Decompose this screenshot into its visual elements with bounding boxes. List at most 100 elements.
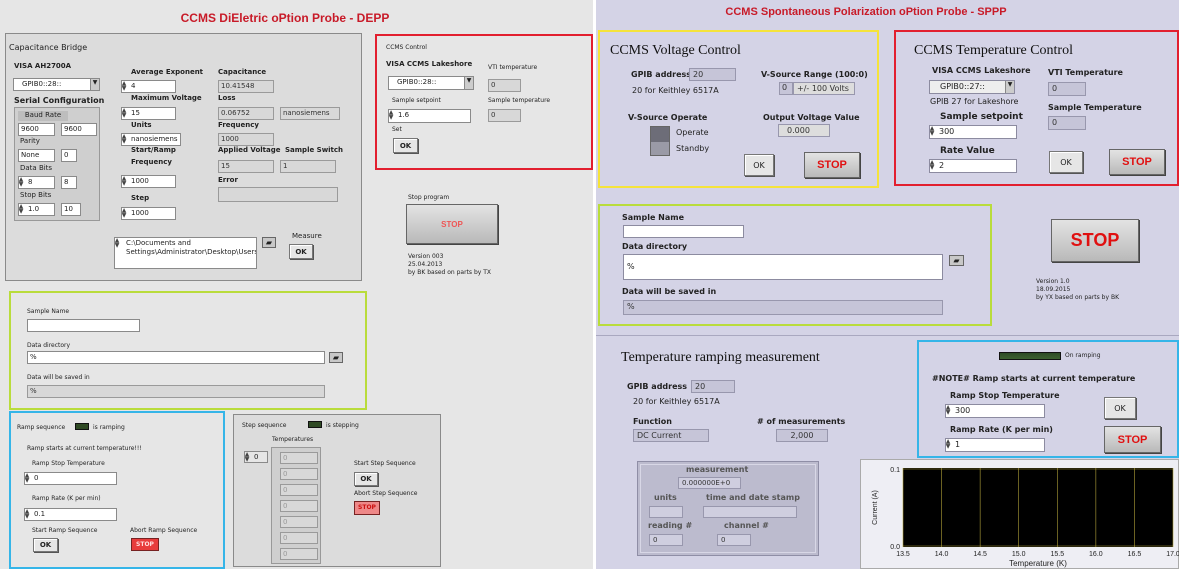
spinner-arrows-icon[interactable]: ▲ ▼ bbox=[122, 176, 127, 187]
stop-program-button[interactable]: STOP bbox=[1051, 219, 1139, 262]
browse-folder-icon[interactable]: ▰ bbox=[329, 352, 343, 363]
measurement-label: measurement bbox=[686, 465, 749, 474]
voltage-stop-button[interactable]: STOP bbox=[804, 152, 860, 178]
measure-label: Measure bbox=[292, 232, 322, 240]
temperature-item[interactable]: 0 bbox=[280, 532, 318, 544]
spinner-arrows-icon[interactable]: ▲ ▼ bbox=[930, 160, 935, 171]
temperature-item[interactable]: 0 bbox=[280, 484, 318, 496]
sample-name-input[interactable] bbox=[27, 319, 140, 332]
set-label: Set bbox=[392, 126, 402, 133]
function-select[interactable]: DC Current bbox=[633, 429, 709, 442]
timestamp-indicator bbox=[703, 506, 797, 518]
units-label: Units bbox=[131, 121, 152, 129]
data-bits-indicator: 8 bbox=[61, 176, 77, 189]
visa-lakeshore-select[interactable]: GPIB0::28:: ▼ bbox=[388, 76, 474, 90]
data-saved-label: Data will be saved in bbox=[622, 287, 717, 296]
stop-bits-input[interactable]: 1.0 ▲ ▼ bbox=[18, 203, 55, 216]
start-ramp-label: Start Ramp Sequence bbox=[32, 527, 98, 534]
visa-ah-select[interactable]: GPIB0::28:: ▼ bbox=[13, 78, 100, 91]
temperature-item[interactable]: 0 bbox=[280, 452, 318, 464]
step-sequence-label: Step sequence bbox=[242, 422, 287, 429]
dropdown-arrow-icon[interactable]: ▼ bbox=[464, 77, 473, 89]
temperature-item[interactable]: 0 bbox=[280, 548, 318, 560]
rate-value-input[interactable]: 2 ▲ ▼ bbox=[929, 159, 1017, 173]
x-tick-label: 16.0 bbox=[1089, 551, 1103, 558]
operate-label: Operate bbox=[676, 128, 709, 137]
function-label: Function bbox=[633, 417, 672, 426]
voltage-ok-button[interactable]: OK bbox=[744, 154, 774, 176]
set-ok-button[interactable]: OK bbox=[393, 138, 418, 153]
max-voltage-input[interactable]: 15 ▲ ▼ bbox=[121, 107, 176, 120]
spinner-arrows-icon[interactable]: ▲ ▼ bbox=[19, 177, 24, 188]
start-ramp-ok-button[interactable]: OK bbox=[33, 538, 58, 552]
ramp-rate-input[interactable]: 0.1 ▲ ▼ bbox=[24, 508, 117, 521]
stop-program-button[interactable]: STOP bbox=[406, 204, 498, 244]
spinner-arrows-icon[interactable]: ▲ ▼ bbox=[930, 126, 935, 137]
frequency-input-label: Frequency bbox=[131, 158, 172, 166]
sample-setpoint-input[interactable]: 300 ▲ ▼ bbox=[929, 125, 1017, 139]
output-voltage-input[interactable]: 0.000 bbox=[778, 124, 830, 137]
range-select[interactable]: +/- 100 Volts bbox=[793, 82, 855, 95]
spinner-arrows-icon[interactable]: ▲ ▼ bbox=[122, 81, 127, 92]
start-step-ok-button[interactable]: OK bbox=[354, 472, 378, 486]
data-bits-input[interactable]: 8 ▲ ▼ bbox=[18, 176, 55, 189]
gpib-address-input[interactable]: 20 bbox=[689, 68, 736, 81]
abort-step-stop-button[interactable]: STOP bbox=[354, 501, 380, 515]
depp-date: 25.04.2013 bbox=[408, 261, 443, 268]
frequency-indicator: 1000 bbox=[218, 133, 274, 146]
spinner-arrows-icon[interactable]: ▲ ▼ bbox=[19, 204, 24, 215]
ramp-stop-temp-input[interactable]: 0 ▲ ▼ bbox=[24, 472, 117, 485]
step-input[interactable]: 1000 ▲ ▼ bbox=[121, 207, 176, 220]
temperature-item[interactable]: 0 bbox=[280, 468, 318, 480]
error-label: Error bbox=[218, 176, 238, 184]
visa-lakeshore-select[interactable]: GPIB0::27:: ▼ bbox=[929, 80, 1015, 94]
browse-folder-icon[interactable]: ▰ bbox=[949, 255, 964, 266]
spinner-arrows-icon[interactable]: ▲ ▼ bbox=[946, 405, 951, 416]
temperature-item[interactable]: 0 bbox=[280, 500, 318, 512]
vti-temp-indicator: 0 bbox=[488, 79, 521, 92]
temp-stop-button[interactable]: STOP bbox=[1109, 149, 1165, 175]
spinner-arrows-icon[interactable]: ▲ ▼ bbox=[389, 110, 394, 121]
parity-select[interactable]: None bbox=[18, 149, 55, 162]
dropdown-arrow-icon[interactable]: ▼ bbox=[90, 79, 99, 90]
spinner-arrows-icon[interactable]: ▲ ▼ bbox=[122, 108, 127, 119]
ramp-note: #NOTE# Ramp starts at current temperatur… bbox=[932, 374, 1136, 383]
temp-ok-button[interactable]: OK bbox=[1049, 151, 1083, 173]
spinner-arrows-icon[interactable]: ▲ ▼ bbox=[245, 452, 250, 462]
start-ramp-label: Start/Ramp bbox=[131, 146, 176, 154]
path-input[interactable]: C:\Documents and Settings\Administrator\… bbox=[114, 237, 257, 269]
ramping-ok-button[interactable]: OK bbox=[1104, 397, 1136, 419]
dropdown-arrow-icon[interactable]: ▼ bbox=[1005, 81, 1014, 93]
spinner-arrows-icon[interactable]: ▲ ▼ bbox=[25, 509, 30, 520]
data-directory-input[interactable]: % bbox=[623, 254, 943, 280]
data-directory-input[interactable]: % bbox=[27, 351, 325, 364]
spinner-arrows-icon[interactable]: ▲ ▼ bbox=[946, 439, 951, 450]
browse-folder-icon[interactable]: ▰ bbox=[262, 237, 276, 248]
temperature-item[interactable]: 0 bbox=[280, 516, 318, 528]
vti-temp-label: VTI Temperature bbox=[1048, 68, 1123, 77]
vti-temp-indicator: 0 bbox=[1048, 82, 1086, 96]
vti-temp-label: VTI temperature bbox=[488, 64, 538, 71]
abort-ramp-stop-button[interactable]: STOP bbox=[131, 538, 159, 551]
range-index[interactable]: 0 bbox=[779, 82, 793, 95]
capacitance-bridge-panel: Capacitance Bridge VISA AH2700A GPIB0::2… bbox=[5, 33, 362, 281]
avg-exponent-input[interactable]: 4 ▲ ▼ bbox=[121, 80, 176, 93]
measure-ok-button[interactable]: OK bbox=[289, 244, 313, 259]
sample-name-label: Sample Name bbox=[622, 213, 685, 222]
sample-setpoint-input[interactable]: 1.6 ▲ ▼ bbox=[388, 109, 471, 123]
ramp-rate-input[interactable]: 1 ▲ ▼ bbox=[945, 438, 1045, 452]
temps-index-input[interactable]: 0 ▲ ▼ bbox=[244, 451, 268, 463]
operate-toggle[interactable] bbox=[650, 126, 670, 156]
spinner-arrows-icon[interactable]: ▲ ▼ bbox=[122, 134, 127, 145]
ramp-gpib-input[interactable]: 20 bbox=[691, 380, 735, 393]
spinner-arrows-icon[interactable]: ▲ ▼ bbox=[122, 208, 127, 219]
baud-rate-input[interactable]: 9600 bbox=[18, 123, 55, 136]
spinner-arrows-icon[interactable]: ▲ ▼ bbox=[25, 473, 30, 484]
frequency-input[interactable]: 1000 ▲ ▼ bbox=[121, 175, 176, 188]
ramp-stop-temp-input[interactable]: 300 ▲ ▼ bbox=[945, 404, 1045, 418]
num-measurements-input[interactable]: 2,000 bbox=[776, 429, 828, 442]
spinner-arrows-icon[interactable]: ▲ ▼ bbox=[115, 238, 120, 249]
units-select[interactable]: nanosiemens ▲ ▼ bbox=[121, 133, 181, 146]
sample-name-input[interactable] bbox=[623, 225, 744, 238]
ramping-stop-button[interactable]: STOP bbox=[1104, 426, 1161, 453]
